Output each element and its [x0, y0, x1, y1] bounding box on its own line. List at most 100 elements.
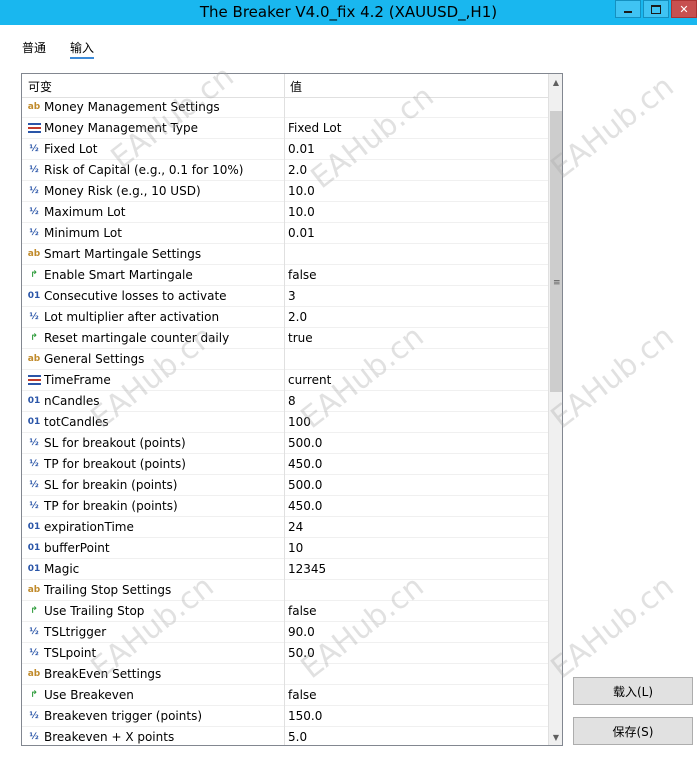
- grid-row[interactable]: ↱ Enable Smart Martingale false: [22, 265, 548, 286]
- grid-row[interactable]: ab General Settings: [22, 349, 548, 370]
- grid-row[interactable]: 01 bufferPoint 10: [22, 538, 548, 559]
- scroll-down-icon[interactable]: ▼: [549, 729, 562, 745]
- row-value[interactable]: true: [288, 331, 313, 345]
- grid-row[interactable]: ab BreakEven Settings: [22, 664, 548, 685]
- row-name: Breakeven trigger (points): [44, 709, 203, 723]
- grid-row[interactable]: ½ SL for breakin (points) 500.0: [22, 475, 548, 496]
- bool-type-icon: ↱: [30, 606, 38, 616]
- row-name: expirationTime: [44, 520, 134, 534]
- integer-type-icon: 01: [27, 564, 41, 574]
- save-button[interactable]: 保存(S): [573, 717, 693, 745]
- row-value[interactable]: 12345: [288, 562, 326, 576]
- row-value[interactable]: 500.0: [288, 436, 322, 450]
- grid-row[interactable]: ↱ Use Breakeven false: [22, 685, 548, 706]
- column-separator: [284, 475, 285, 496]
- grid-row[interactable]: ab Trailing Stop Settings: [22, 580, 548, 601]
- row-value[interactable]: 8: [288, 394, 296, 408]
- row-value[interactable]: 10.0: [288, 205, 315, 219]
- tab-common[interactable]: 普通: [22, 39, 46, 56]
- title-bar: The Breaker V4.0_fix 4.2 (XAUUSD_,H1) ✕: [0, 0, 697, 25]
- row-value[interactable]: 0.01: [288, 142, 315, 156]
- row-value[interactable]: false: [288, 604, 317, 618]
- string-type-icon: ab: [27, 249, 41, 259]
- row-value[interactable]: 0.01: [288, 226, 315, 240]
- row-value[interactable]: 450.0: [288, 457, 322, 471]
- row-value[interactable]: current: [288, 373, 331, 387]
- row-value[interactable]: 450.0: [288, 499, 322, 513]
- row-value[interactable]: 50.0: [288, 646, 315, 660]
- row-value[interactable]: 500.0: [288, 478, 322, 492]
- minimize-button[interactable]: [615, 0, 641, 18]
- window-title: The Breaker V4.0_fix 4.2 (XAUUSD_,H1): [199, 3, 498, 21]
- row-value[interactable]: false: [288, 688, 317, 702]
- row-value[interactable]: 150.0: [288, 709, 322, 723]
- grid-row[interactable]: 01 totCandles 100: [22, 412, 548, 433]
- grid-row[interactable]: ½ Lot multiplier after activation 2.0: [22, 307, 548, 328]
- grid-row[interactable]: ab Smart Martingale Settings: [22, 244, 548, 265]
- grid-row[interactable]: ½ TSLtrigger 90.0: [22, 622, 548, 643]
- column-separator: [284, 727, 285, 745]
- row-value[interactable]: 24: [288, 520, 303, 534]
- row-value[interactable]: 90.0: [288, 625, 315, 639]
- row-name: Use Breakeven: [44, 688, 134, 702]
- grid-row[interactable]: ½ Maximum Lot 10.0: [22, 202, 548, 223]
- scroll-grip-icon: ≡: [553, 278, 561, 288]
- grid-row[interactable]: ½ Minimum Lot 0.01: [22, 223, 548, 244]
- grid-row[interactable]: ½ SL for breakout (points) 500.0: [22, 433, 548, 454]
- grid-row[interactable]: ½ Breakeven + X points 5.0: [22, 727, 548, 745]
- row-name: Breakeven + X points: [44, 730, 175, 744]
- tab-inputs[interactable]: 输入: [70, 39, 95, 59]
- row-value[interactable]: 2.0: [288, 163, 307, 177]
- grid-row[interactable]: ½ TP for breakout (points) 450.0: [22, 454, 548, 475]
- grid-row[interactable]: ½ Fixed Lot 0.01: [22, 139, 548, 160]
- double-type-icon: ½: [29, 207, 39, 217]
- string-type-icon: ab: [27, 669, 41, 679]
- column-header-variable[interactable]: 可变: [28, 78, 52, 95]
- column-separator: [284, 622, 285, 643]
- maximize-button[interactable]: [643, 0, 669, 18]
- column-separator: [284, 685, 285, 706]
- grid-row[interactable]: ½ Money Risk (e.g., 10 USD) 10.0: [22, 181, 548, 202]
- column-separator: [284, 454, 285, 475]
- grid-row[interactable]: TimeFrame current: [22, 370, 548, 391]
- load-button[interactable]: 载入(L): [573, 677, 693, 705]
- grid-row[interactable]: ↱ Reset martingale counter daily true: [22, 328, 548, 349]
- double-type-icon: ½: [29, 312, 39, 322]
- row-value[interactable]: false: [288, 268, 317, 282]
- row-value[interactable]: 10: [288, 541, 303, 555]
- row-name: Money Management Settings: [44, 100, 220, 114]
- row-value[interactable]: 3: [288, 289, 296, 303]
- double-type-icon: ½: [29, 459, 39, 469]
- column-separator: [284, 97, 285, 118]
- grid-row[interactable]: 01 expirationTime 24: [22, 517, 548, 538]
- maximize-icon: [651, 4, 661, 14]
- row-value[interactable]: 2.0: [288, 310, 307, 324]
- close-icon: ✕: [679, 2, 689, 16]
- grid-row[interactable]: 01 nCandles 8: [22, 391, 548, 412]
- row-value[interactable]: Fixed Lot: [288, 121, 341, 135]
- row-name: Use Trailing Stop: [44, 604, 145, 618]
- grid-row[interactable]: ½ TP for breakin (points) 450.0: [22, 496, 548, 517]
- grid-row[interactable]: Money Management Type Fixed Lot: [22, 118, 548, 139]
- watermark: EAHub.cn: [544, 69, 681, 186]
- grid-row[interactable]: ½ Risk of Capital (e.g., 0.1 for 10%) 2.0: [22, 160, 548, 181]
- scroll-thumb[interactable]: ≡: [550, 111, 562, 392]
- close-button[interactable]: ✕: [671, 0, 697, 18]
- row-name: Risk of Capital (e.g., 0.1 for 10%): [44, 163, 244, 177]
- column-separator: [284, 74, 285, 97]
- row-value[interactable]: 100: [288, 415, 311, 429]
- scroll-up-icon[interactable]: ▲: [549, 74, 562, 90]
- grid-row[interactable]: ½ TSLpoint 50.0: [22, 643, 548, 664]
- row-value[interactable]: 10.0: [288, 184, 315, 198]
- vertical-scrollbar[interactable]: ▲ ≡ ▼: [548, 74, 562, 745]
- grid-row[interactable]: 01 Magic 12345: [22, 559, 548, 580]
- column-header-value[interactable]: 值: [290, 78, 302, 95]
- grid-row[interactable]: ↱ Use Trailing Stop false: [22, 601, 548, 622]
- integer-type-icon: 01: [27, 543, 41, 553]
- grid-row[interactable]: 01 Consecutive losses to activate 3: [22, 286, 548, 307]
- grid-row[interactable]: ½ Breakeven trigger (points) 150.0: [22, 706, 548, 727]
- grid-row[interactable]: ab Money Management Settings: [22, 97, 548, 118]
- row-name: totCandles: [44, 415, 109, 429]
- row-value[interactable]: 5.0: [288, 730, 307, 744]
- enum-type-icon: [27, 373, 41, 387]
